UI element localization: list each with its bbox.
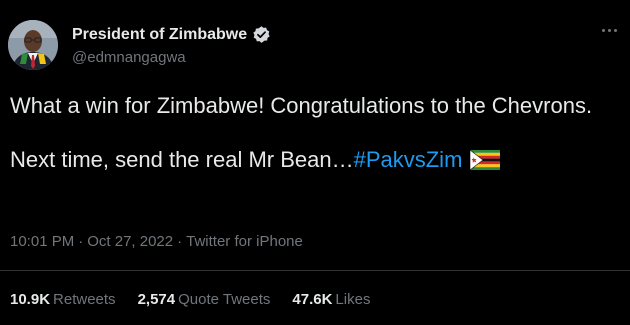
user-handle[interactable]: @edmnangagwa [72,49,186,66]
user-name-row: President of Zimbabwe [72,25,271,44]
tweet-line-2: Next time, send the real Mr Bean…#PakvsZ… [10,146,610,176]
tweet-card: President of Zimbabwe @edmnangagwa What … [0,0,630,325]
likes-count: 47.6K [292,291,333,308]
meta-separator: · [78,233,84,250]
zimbabwe-flag-icon [470,149,501,176]
tweet-line-2-text: Next time, send the real Mr Bean… [10,147,354,172]
tweet-source[interactable]: Twitter for iPhone [186,233,303,250]
tweet-line-1: What a win for Zimbabwe! Congratulations… [10,93,593,118]
verified-badge-icon [252,25,271,44]
tweet-stats: 10.9K Retweets 2,574 Quote Tweets 47.6K Lik… [10,291,370,308]
tweet-time[interactable]: 10:01 PM [10,233,74,250]
likes-label: Likes [335,291,371,308]
tweet-body: What a win for Zimbabwe! Congratulations… [10,92,610,176]
tweet-date[interactable]: Oct 27, 2022 [87,233,173,250]
avatar[interactable] [8,20,58,70]
likes-stat[interactable]: 47.6K Likes [292,291,370,308]
avatar-image [8,20,58,70]
tweet-meta: 10:01 PM · Oct 27, 2022 · Twitter for iPhone [10,233,303,250]
quote-tweets-label: Quote Tweets [178,291,271,308]
display-name[interactable]: President of Zimbabwe [72,26,247,44]
retweets-count: 10.9K [10,291,51,308]
retweets-label: Retweets [53,291,116,308]
quote-tweets-count: 2,574 [137,291,176,308]
more-options-icon[interactable] [598,22,620,38]
retweets-stat[interactable]: 10.9K Retweets [10,291,116,308]
meta-separator: · [177,233,183,250]
hashtag-link[interactable]: #PakvsZim [354,147,463,172]
quote-tweets-stat[interactable]: 2,574 Quote Tweets [138,291,271,308]
divider [0,270,630,271]
